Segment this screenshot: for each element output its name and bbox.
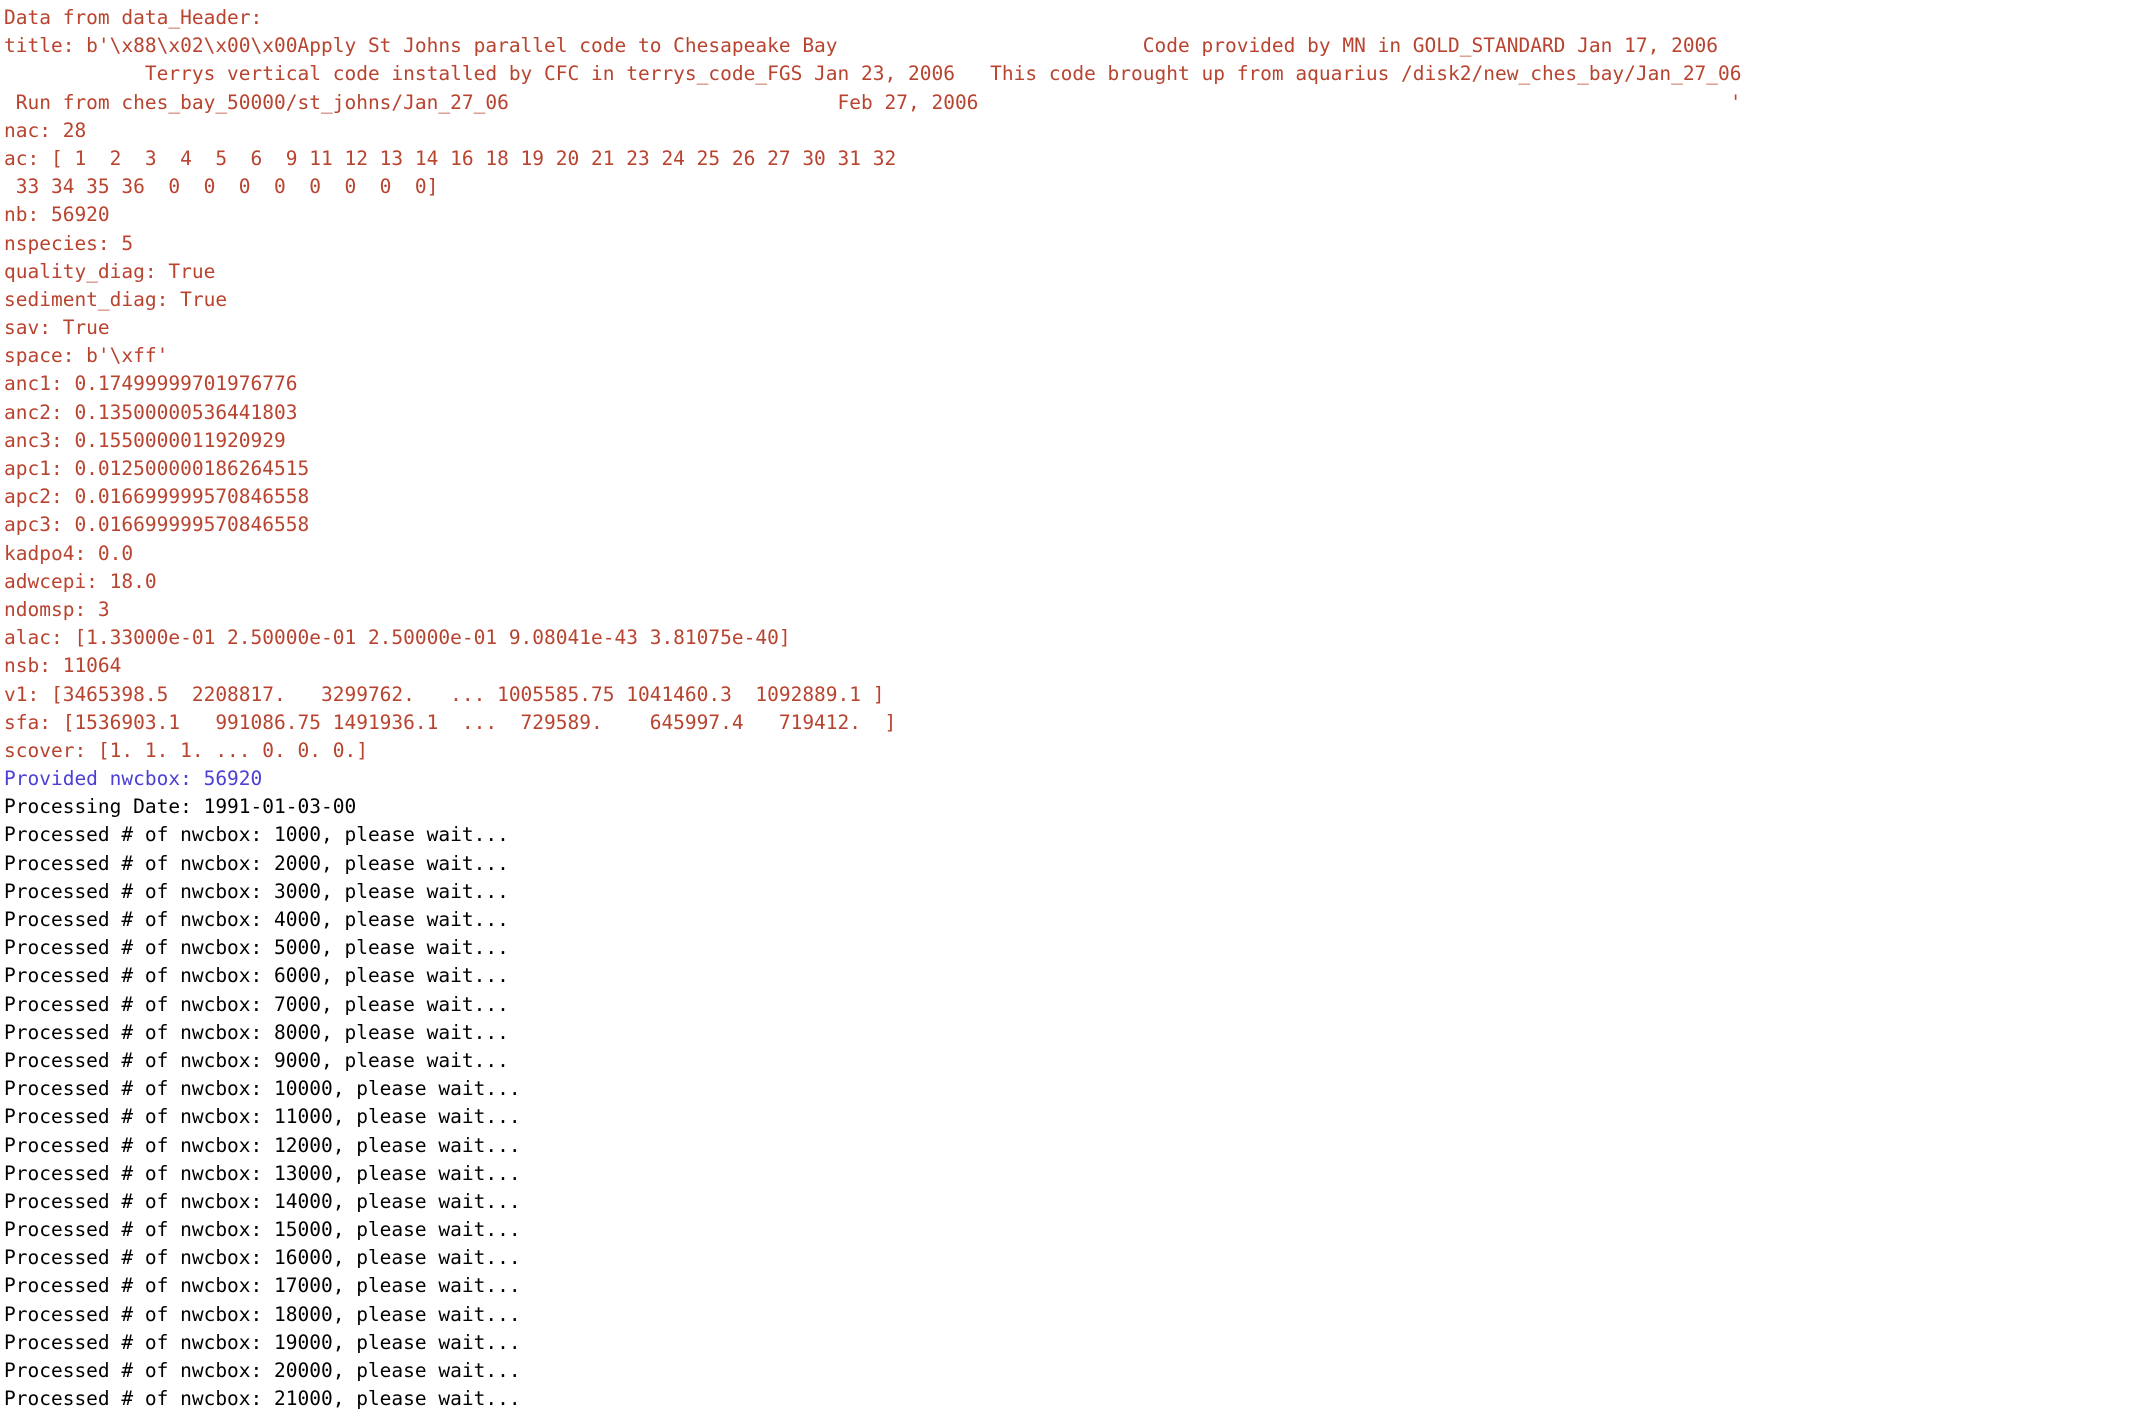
console-line: space: b'\xff' (4, 344, 169, 368)
console-line: Processed # of nwcbox: 1000, please wait… (4, 823, 509, 847)
console-line: kadpo4: 0.0 (4, 541, 134, 565)
console-line: nb: 56920 (4, 203, 110, 227)
console-line: ac: [ 1 2 3 4 5 6 9 11 12 13 14 16 18 19… (4, 146, 897, 170)
console-line: sav: True (4, 316, 110, 340)
console-line: Processed # of nwcbox: 11000, please wai… (4, 1105, 521, 1129)
console-line: Processed # of nwcbox: 18000, please wai… (4, 1302, 521, 1326)
console-line: Processed # of nwcbox: 4000, please wait… (4, 908, 509, 931)
console-line: anc1: 0.17499999701976776 (4, 372, 298, 396)
console-line: Data from data_Header: (4, 6, 263, 29)
console-line: Processed # of nwcbox: 9000, please wait… (4, 1048, 509, 1072)
console-line: Processed # of nwcbox: 2000, please wait… (4, 851, 509, 875)
console-line: anc2: 0.13500000536441803 (4, 400, 298, 424)
console-line: nsb: 11064 (4, 654, 122, 678)
console-line: nspecies: 5 (4, 231, 134, 255)
console-line: scover: [1. 1. 1. ... 0. 0. 0.] (4, 738, 368, 762)
console-line: Processed # of nwcbox: 20000, please wai… (4, 1359, 521, 1382)
console-line: Processed # of nwcbox: 5000, please wait… (4, 936, 509, 960)
console-line: apc3: 0.016699999570846558 (4, 513, 310, 537)
console-line: anc3: 0.1550000011920929 (4, 428, 286, 452)
console-line: Provided nwcbox: 56920 (4, 767, 263, 791)
console-line: Processing Date: 1991-01-03-00 (4, 795, 357, 819)
console-line: Processed # of nwcbox: 15000, please wai… (4, 1218, 521, 1242)
console-line: Terrys vertical code installed by CFC in… (4, 62, 1742, 86)
console-line: Processed # of nwcbox: 10000, please wai… (4, 1077, 521, 1101)
console-line: Processed # of nwcbox: 19000, please wai… (4, 1330, 521, 1354)
console-line: Processed # of nwcbox: 8000, please wait… (4, 1020, 509, 1044)
console-line: adwcepi: 18.0 (4, 569, 157, 593)
console-line: quality_diag: True (4, 259, 216, 283)
console-line: Processed # of nwcbox: 7000, please wait… (4, 992, 509, 1016)
console-line: nac: 28 (4, 118, 87, 142)
console-line: apc1: 0.012500000186264515 (4, 457, 310, 480)
console-line: Processed # of nwcbox: 17000, please wai… (4, 1274, 521, 1298)
console-line: Run from ches_bay_50000/st_johns/Jan_27_… (4, 90, 1742, 114)
console-line: Processed # of nwcbox: 16000, please wai… (4, 1246, 521, 1270)
console-line: sediment_diag: True (4, 287, 228, 311)
console-line: Processed # of nwcbox: 21000, please wai… (4, 1387, 521, 1411)
console-line: Processed # of nwcbox: 13000, please wai… (4, 1161, 521, 1185)
console-line: alac: [1.33000e-01 2.50000e-01 2.50000e-… (4, 626, 791, 650)
console-line: title: b'\x88\x02\x00\x00Apply St Johns … (4, 34, 1719, 58)
console-line: apc2: 0.016699999570846558 (4, 485, 310, 509)
console-line: 33 34 35 36 0 0 0 0 0 0 0 0] (4, 175, 439, 199)
console-line: Processed # of nwcbox: 3000, please wait… (4, 879, 509, 903)
console-line: Processed # of nwcbox: 14000, please wai… (4, 1189, 521, 1213)
console-line: v1: [3465398.5 2208817. 3299762. ... 100… (4, 682, 885, 706)
console-line: Processed # of nwcbox: 6000, please wait… (4, 964, 509, 988)
terminal-output-console[interactable]: Data from data_Header: title: b'\x88\x02\… (0, 0, 2148, 1413)
console-line: ndomsp: 3 (4, 597, 110, 621)
console-line: Processed # of nwcbox: 12000, please wai… (4, 1133, 521, 1157)
console-line: sfa: [1536903.1 991086.75 1491936.1 ... … (4, 710, 897, 734)
